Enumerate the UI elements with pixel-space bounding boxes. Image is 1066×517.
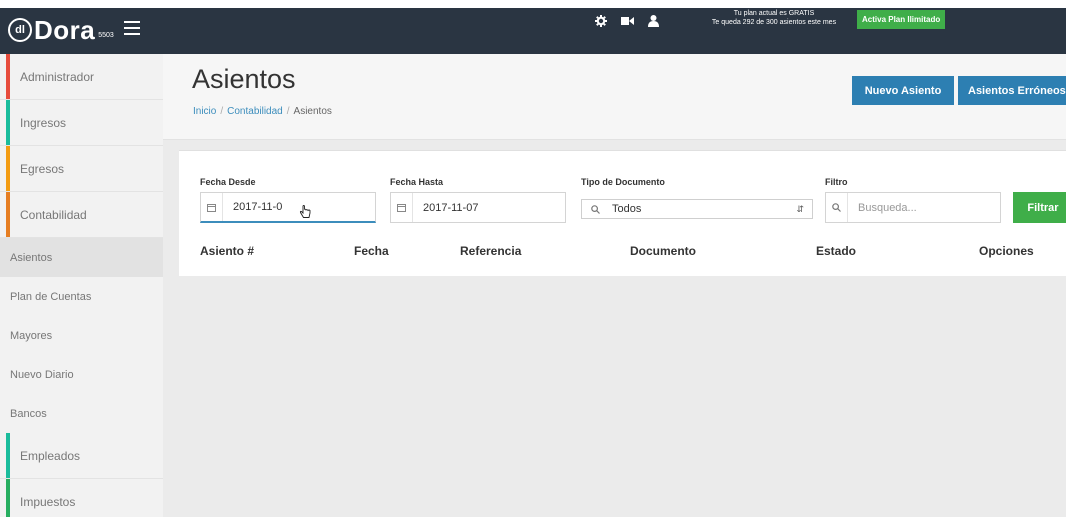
search-input[interactable]	[848, 193, 1000, 222]
fecha-hasta-field[interactable]	[390, 192, 566, 223]
sidebar-item-label: Egresos	[20, 161, 65, 176]
sidebar-color-bar	[6, 100, 10, 145]
app-window: dl Dora 5503 Tu plan actual es GRATIS Te…	[0, 8, 1066, 517]
breadcrumb-current: Asientos	[293, 106, 332, 117]
user-icon[interactable]	[646, 14, 660, 28]
sidebar-color-bar	[6, 479, 10, 517]
logo-mark: dl	[8, 18, 32, 42]
filter-panel: Fecha Desde Fecha Hasta Tipo de Document…	[179, 150, 1066, 276]
sidebar-item-label: Administrador	[20, 69, 95, 84]
video-camera-icon[interactable]	[620, 14, 634, 28]
breadcrumb-contabilidad[interactable]: Contabilidad	[227, 106, 283, 117]
breadcrumb-inicio[interactable]: Inicio	[193, 106, 216, 117]
sidebar-item-label: Empleados	[20, 448, 81, 463]
asientos-erroneos-button[interactable]: Asientos Erróneos	[958, 76, 1066, 105]
filtro-label: Filtro	[825, 177, 848, 187]
calendar-icon	[201, 193, 223, 221]
tipo-documento-value: Todos	[612, 203, 642, 215]
column-header-asiento[interactable]: Asiento #	[200, 244, 254, 258]
gear-icon[interactable]	[594, 14, 608, 28]
column-header-opciones[interactable]: Opciones	[979, 244, 1034, 258]
plan-line-1: Tu plan actual es GRATIS	[733, 10, 815, 17]
top-navbar: dl Dora 5503 Tu plan actual es GRATIS Te…	[0, 8, 1066, 54]
fecha-hasta-label: Fecha Hasta	[390, 177, 444, 187]
filtrar-button[interactable]: Filtrar	[1013, 192, 1066, 223]
menu-toggle-icon[interactable]	[124, 21, 140, 35]
nuevo-asiento-button[interactable]: Nuevo Asiento	[852, 76, 954, 105]
search-icon	[826, 193, 848, 222]
calendar-icon	[391, 193, 413, 222]
breadcrumb-separator: /	[286, 106, 290, 117]
sidebar-color-bar	[6, 433, 10, 478]
breadcrumb-separator: /	[220, 106, 224, 117]
sidebar-item-impuestos[interactable]: Impuestos	[0, 479, 163, 517]
sidebar-item-contabilidad[interactable]: Contabilidad	[0, 192, 163, 238]
column-header-fecha[interactable]: Fecha	[354, 244, 389, 258]
page-header: Asientos Inicio / Contabilidad / Asiento…	[163, 54, 1066, 140]
activate-plan-button[interactable]: Activa Plan Ilimitado	[857, 10, 946, 29]
sidebar-item-empleados[interactable]: Empleados	[0, 433, 163, 479]
fecha-desde-field[interactable]	[200, 192, 376, 223]
plan-status-text: Tu plan actual es GRATIS Te queda 292 de…	[688, 9, 860, 27]
sidebar-item-administrador[interactable]: Administrador	[0, 54, 163, 100]
filtro-field[interactable]	[825, 192, 1001, 223]
sidebar-subitem-bancos[interactable]: Bancos	[0, 394, 163, 433]
fecha-hasta-input[interactable]	[413, 193, 565, 222]
sidebar-subitem-nuevo-diario[interactable]: Nuevo Diario	[0, 355, 163, 394]
page-title: Asientos	[192, 64, 296, 94]
logo-name: Dora	[34, 15, 96, 45]
column-header-referencia[interactable]: Referencia	[460, 244, 521, 258]
sidebar-color-bar	[6, 192, 10, 237]
sidebar-item-label: Impuestos	[20, 494, 76, 509]
breadcrumb: Inicio / Contabilidad / Asientos	[193, 106, 332, 117]
select-arrows-icon: ⇵	[796, 204, 804, 214]
tipo-documento-label: Tipo de Documento	[581, 177, 665, 187]
sidebar-subitem-asientos[interactable]: Asientos	[0, 238, 163, 277]
top-icon-group	[594, 14, 660, 28]
logo-sub: 5503	[98, 31, 114, 39]
column-header-estado[interactable]: Estado	[816, 244, 856, 258]
plan-line-2: Te queda 292 de 300 asientos este mes	[711, 19, 837, 26]
app-logo[interactable]: dl Dora 5503	[8, 16, 114, 44]
sidebar: Administrador Ingresos Egresos Contabili…	[0, 54, 163, 517]
sidebar-color-bar	[6, 146, 10, 191]
sidebar-item-label: Contabilidad	[20, 207, 87, 222]
sidebar-subitem-mayores[interactable]: Mayores	[0, 316, 163, 355]
sidebar-item-egresos[interactable]: Egresos	[0, 146, 163, 192]
column-header-documento[interactable]: Documento	[630, 244, 696, 258]
tipo-documento-select[interactable]: Todos ⇵	[581, 199, 813, 219]
sidebar-item-label: Ingresos	[20, 115, 67, 130]
search-icon	[582, 200, 608, 218]
hand-cursor-icon	[299, 205, 311, 222]
sidebar-subitem-plan-de-cuentas[interactable]: Plan de Cuentas	[0, 277, 163, 316]
fecha-desde-label: Fecha Desde	[200, 177, 256, 187]
sidebar-color-bar	[6, 54, 10, 99]
sidebar-item-ingresos[interactable]: Ingresos	[0, 100, 163, 146]
